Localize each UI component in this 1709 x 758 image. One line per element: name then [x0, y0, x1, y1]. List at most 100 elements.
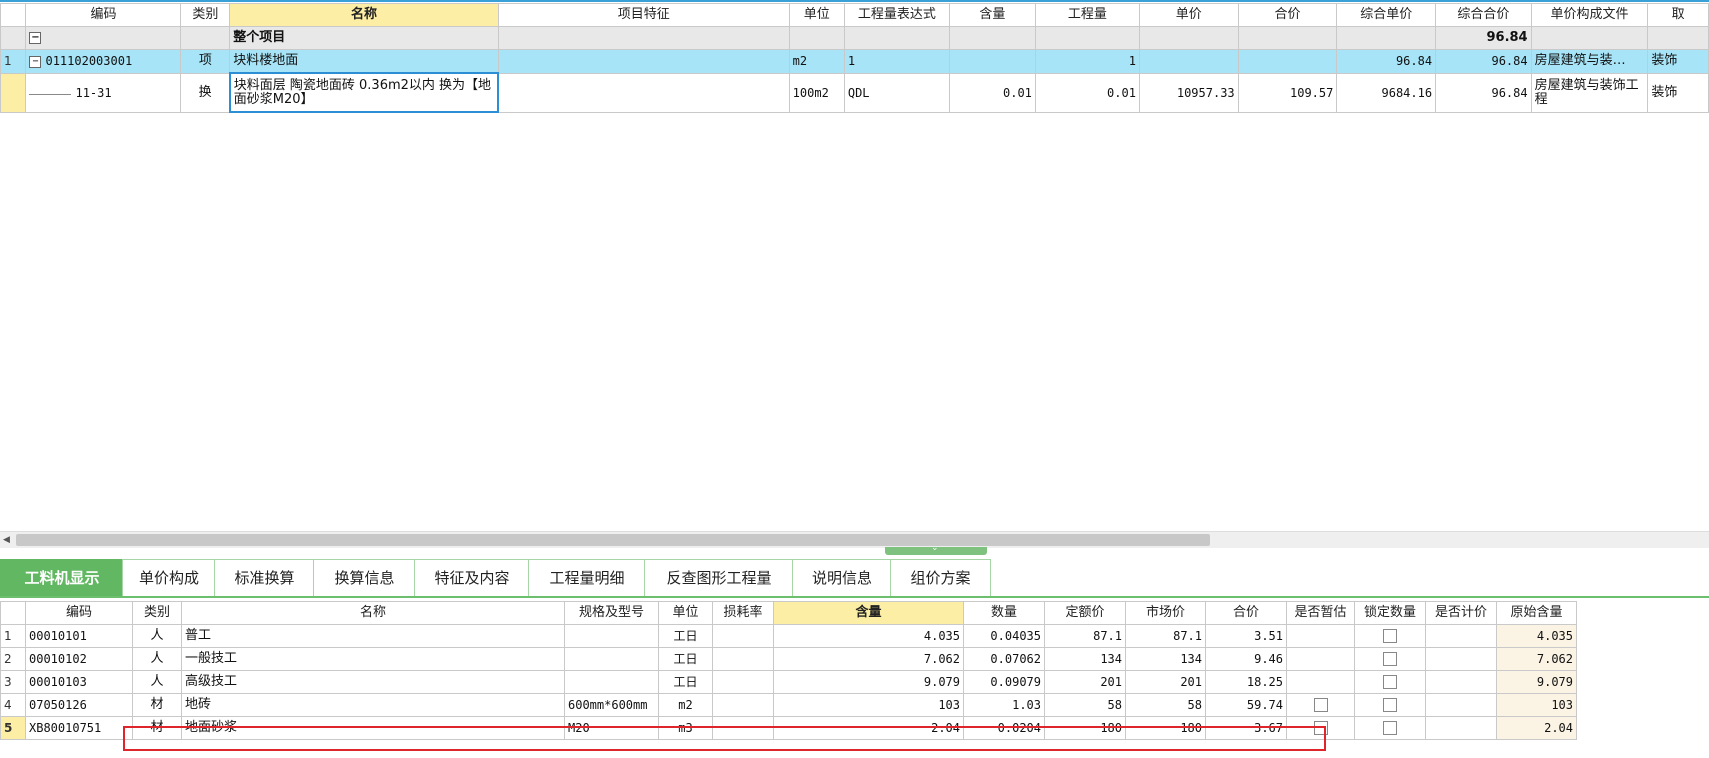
content-cell[interactable]: 4.035: [773, 624, 964, 648]
checkbox[interactable]: [1383, 628, 1397, 643]
priced-cell[interactable]: [1425, 693, 1497, 717]
estimate-checkbox-cell[interactable]: [1286, 716, 1355, 740]
name-cell[interactable]: 地面砂浆: [181, 716, 565, 740]
checkbox[interactable]: [1383, 697, 1397, 712]
name-cell[interactable]: 高级技工: [181, 670, 565, 694]
horizontal-scrollbar[interactable]: ◀: [0, 531, 1709, 548]
col-header-code[interactable]: 编码: [25, 3, 182, 27]
type-cell[interactable]: 材: [132, 693, 182, 717]
col-header-extra[interactable]: 取: [1647, 3, 1709, 27]
content-cell[interactable]: 9.079: [773, 670, 964, 694]
loss-rate-cell[interactable]: [712, 716, 774, 740]
row-number[interactable]: 1: [0, 49, 27, 74]
col-header-estimate[interactable]: 是否暂估: [1286, 601, 1355, 625]
col-header-name[interactable]: 名称: [181, 601, 565, 625]
spec-cell[interactable]: 600mm*600mm: [564, 693, 659, 717]
col-header-quantity[interactable]: 工程量: [1034, 3, 1140, 27]
quota-price-cell[interactable]: 58: [1044, 693, 1126, 717]
resource-row[interactable]: 2 00010102 人一般技工 工日 7.062 0.07062 134 134 9.46 7.…: [0, 647, 1577, 671]
row-number[interactable]: 3: [0, 670, 26, 694]
type-cell[interactable]: 项: [180, 49, 231, 74]
resource-row[interactable]: 3 00010103 人高级技工 工日 9.079 0.09079 201 201 18.25 9…: [0, 670, 1577, 694]
col-header-unit[interactable]: 单位: [788, 3, 845, 27]
col-header-type[interactable]: 类别: [132, 601, 182, 625]
quantity-cell[interactable]: 0.04035: [963, 624, 1045, 648]
loss-rate-cell[interactable]: [712, 693, 774, 717]
row-number[interactable]: 2: [0, 647, 26, 671]
market-price-cell[interactable]: 87.1: [1125, 624, 1206, 648]
col-header-loss-rate[interactable]: 损耗率: [712, 601, 774, 625]
unit-cell[interactable]: 工日: [658, 670, 713, 694]
expression-cell[interactable]: 1: [843, 49, 950, 74]
spec-cell[interactable]: M20: [564, 716, 659, 740]
quantity-cell[interactable]: 0.07062: [963, 647, 1045, 671]
checkbox[interactable]: [1313, 720, 1328, 735]
price-file-cell[interactable]: 房屋建筑与装饰工程: [1530, 72, 1649, 113]
checkbox[interactable]: [1383, 651, 1397, 666]
feature-cell[interactable]: [497, 49, 790, 74]
market-price-cell[interactable]: 134: [1125, 647, 1206, 671]
col-header-amount[interactable]: 合价: [1205, 601, 1287, 625]
type-cell[interactable]: 材: [132, 716, 182, 740]
tab-unit-price-composition[interactable]: 单价构成: [122, 559, 216, 596]
comp-amount-cell[interactable]: 96.84: [1435, 49, 1532, 74]
quota-price-cell[interactable]: 87.1: [1044, 624, 1126, 648]
panel-splitter[interactable]: ⌄: [885, 543, 987, 555]
original-content-cell[interactable]: 7.062: [1496, 647, 1577, 671]
code-cell[interactable]: 00010102: [25, 647, 133, 671]
whole-project-total[interactable]: 96.84: [1435, 26, 1532, 50]
row-number[interactable]: 1: [0, 624, 26, 648]
unit-price-cell[interactable]: [1138, 49, 1239, 74]
unit-price-cell[interactable]: 10957.33: [1138, 72, 1239, 113]
loss-rate-cell[interactable]: [712, 647, 774, 671]
comp-price-cell[interactable]: 9684.16: [1336, 72, 1437, 113]
quota-code-cell[interactable]: 11-31: [25, 72, 182, 113]
amount-cell[interactable]: 9.46: [1205, 647, 1287, 671]
col-header-amount[interactable]: 合价: [1237, 3, 1338, 27]
col-header-feature[interactable]: 项目特征: [497, 3, 790, 27]
col-header-content[interactable]: 含量: [948, 3, 1036, 27]
lock-qty-checkbox-cell[interactable]: [1354, 624, 1426, 648]
col-header-unit[interactable]: 单位: [658, 601, 713, 625]
quota-price-cell[interactable]: 134: [1044, 647, 1126, 671]
col-header-comp-amount[interactable]: 综合合价: [1435, 3, 1532, 27]
unit-cell[interactable]: 100m2: [788, 72, 845, 113]
col-header-expression[interactable]: 工程量表达式: [843, 3, 950, 27]
extra-cell[interactable]: 装饰: [1647, 49, 1709, 74]
col-header-type[interactable]: 类别: [180, 3, 231, 27]
extra-cell[interactable]: 装饰: [1647, 72, 1709, 113]
code-cell[interactable]: 07050126: [25, 693, 133, 717]
lock-qty-checkbox-cell[interactable]: [1354, 647, 1426, 671]
amount-cell[interactable]: 59.74: [1205, 693, 1287, 717]
content-cell[interactable]: 103: [773, 693, 964, 717]
priced-cell[interactable]: [1425, 647, 1497, 671]
quantity-cell[interactable]: 1.03: [963, 693, 1045, 717]
name-cell[interactable]: 一般技工: [181, 647, 565, 671]
scroll-left-icon[interactable]: ◀: [3, 535, 10, 545]
resource-row[interactable]: 5 XB80010751 材地面砂浆 M20 m3 2.04 0.0204 180 180 3.6…: [0, 716, 1577, 740]
priced-cell[interactable]: [1425, 716, 1497, 740]
col-header-price-file[interactable]: 单价构成文件: [1530, 3, 1649, 27]
code-cell[interactable]: XB80010751: [25, 716, 133, 740]
tab-conversion-info[interactable]: 换算信息: [313, 559, 416, 596]
unit-cell[interactable]: 工日: [658, 624, 713, 648]
loss-rate-cell[interactable]: [712, 624, 774, 648]
type-cell[interactable]: 人: [132, 647, 182, 671]
quota-price-cell[interactable]: 180: [1044, 716, 1126, 740]
whole-project-row[interactable]: − 整个项目 96.84: [0, 26, 1709, 50]
original-content-cell[interactable]: 2.04: [1496, 716, 1577, 740]
amount-cell[interactable]: [1237, 49, 1338, 74]
resource-row[interactable]: 4 07050126 材地砖 600mm*600mm m2 103 1.03 58 58 59.7…: [0, 693, 1577, 717]
scrollbar-thumb[interactable]: [16, 534, 1210, 546]
unit-cell[interactable]: m2: [658, 693, 713, 717]
original-content-cell[interactable]: 103: [1496, 693, 1577, 717]
col-header-priced[interactable]: 是否计价: [1425, 601, 1497, 625]
col-header-content[interactable]: 含量: [773, 601, 964, 625]
tab-pricing-scheme[interactable]: 组价方案: [890, 559, 991, 596]
content-cell[interactable]: 2.04: [773, 716, 964, 740]
original-content-cell[interactable]: 4.035: [1496, 624, 1577, 648]
col-header-name[interactable]: 名称: [229, 3, 499, 27]
spec-cell[interactable]: [564, 670, 659, 694]
checkbox[interactable]: [1383, 674, 1397, 689]
priced-cell[interactable]: [1425, 624, 1497, 648]
